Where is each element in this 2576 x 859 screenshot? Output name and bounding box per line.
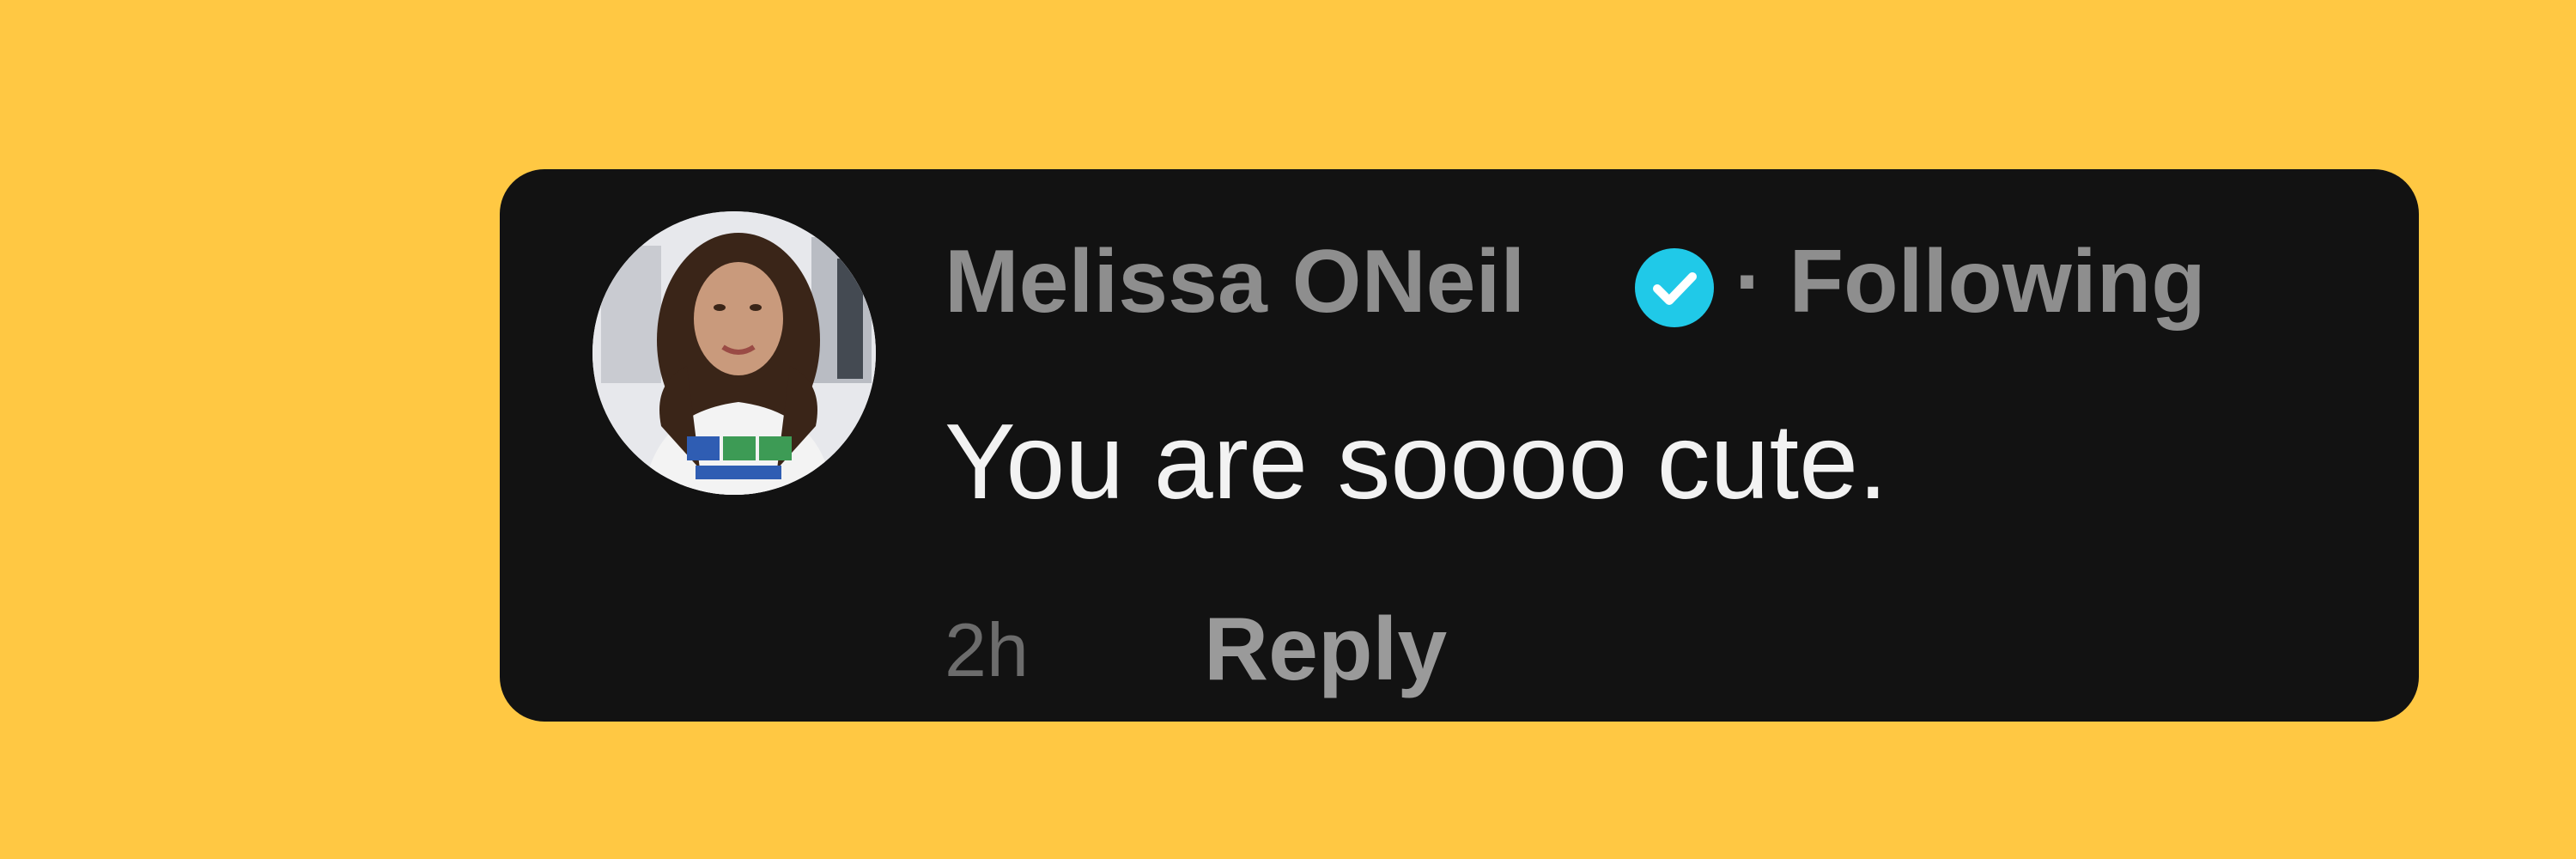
reply-button[interactable]: Reply xyxy=(1204,596,1447,704)
verified-badge-icon xyxy=(1631,245,1717,331)
comment-timestamp: 2h xyxy=(945,607,1029,692)
follow-status: · Following xyxy=(1735,226,2206,338)
username[interactable]: Melissa ONeil xyxy=(945,226,1525,338)
avatar[interactable] xyxy=(592,211,876,495)
comment-card: Melissa ONeil · Following You are soooo … xyxy=(500,169,2419,722)
separator-dot: · xyxy=(1735,232,1765,332)
comment-text: You are soooo cute. xyxy=(945,403,1888,521)
following-label[interactable]: Following xyxy=(1789,232,2206,332)
